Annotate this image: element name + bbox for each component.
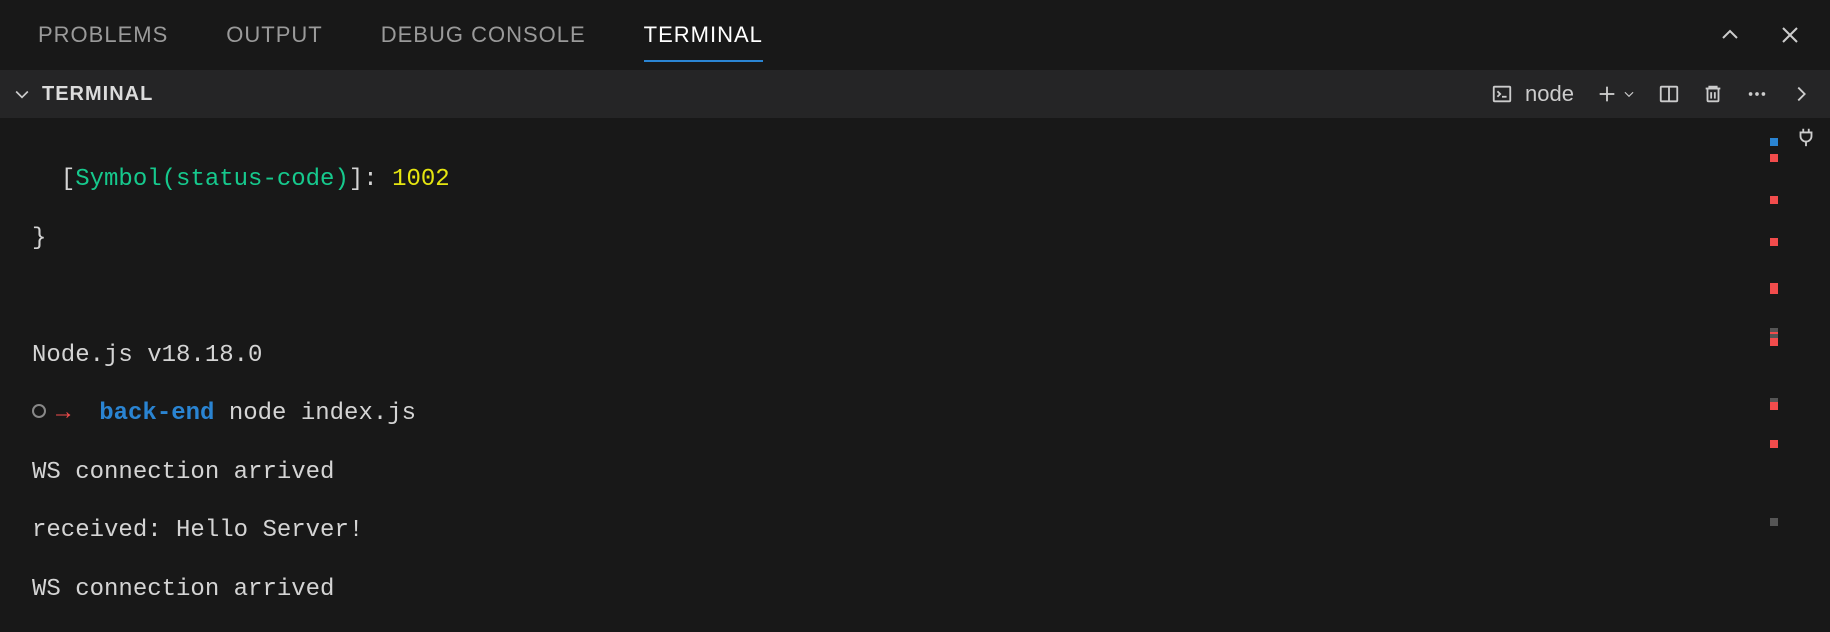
sym-bracket-close: ]: [349, 166, 392, 193]
split-panel-icon[interactable] [1658, 83, 1680, 105]
status-code: 1002 [392, 166, 450, 193]
scroll-marker [1770, 196, 1778, 204]
panel-tab-strip: PROBLEMS OUTPUT DEBUG CONSOLE TERMINAL [0, 0, 1830, 70]
terminal-icon [1491, 83, 1513, 105]
output-line: received: Hello Server! [32, 516, 1830, 545]
close-brace: } [32, 224, 1830, 253]
output-line: WS connection arrived [32, 575, 1830, 604]
chevron-right-icon[interactable] [1790, 83, 1812, 105]
scroll-marker [1770, 440, 1778, 448]
terminal-profile[interactable]: node [1491, 81, 1574, 107]
scroll-markers [1766, 118, 1778, 632]
terminal-output[interactable]: [Symbol(status-code)]: 1002 } Node.js v1… [0, 118, 1830, 632]
terminal-profile-label: node [1525, 81, 1574, 107]
scroll-marker [1770, 338, 1778, 346]
chevron-down-icon[interactable] [12, 84, 32, 104]
close-icon[interactable] [1778, 23, 1802, 47]
sym-bracket-open: [ [61, 166, 75, 193]
terminal-area: [Symbol(status-code)]: 1002 } Node.js v1… [0, 118, 1830, 632]
scroll-marker [1770, 138, 1778, 146]
terminal-header: TERMINAL node [0, 70, 1830, 118]
node-version: Node.js v18.18.0 [32, 341, 1830, 370]
tab-output[interactable]: OUTPUT [226, 0, 322, 70]
more-icon[interactable] [1746, 83, 1768, 105]
scroll-marker [1770, 238, 1778, 246]
prompt-cwd: back-end [99, 400, 214, 427]
terminal-title: TERMINAL [42, 83, 153, 106]
sym-name: Symbol(status-code) [75, 166, 349, 193]
right-sidebar [1782, 118, 1830, 632]
plus-icon[interactable] [1596, 83, 1618, 105]
tab-debug-console[interactable]: DEBUG CONSOLE [381, 0, 586, 70]
tab-problems[interactable]: PROBLEMS [38, 0, 168, 70]
scroll-marker [1770, 518, 1778, 526]
chevron-up-icon[interactable] [1718, 23, 1742, 47]
trash-icon[interactable] [1702, 83, 1724, 105]
output-line: WS connection arrived [32, 458, 1830, 487]
prompt-status-icon [32, 404, 46, 418]
scroll-marker [1770, 286, 1778, 294]
plug-icon[interactable] [1795, 126, 1817, 148]
prompt-arrow: → [56, 400, 70, 427]
scroll-marker [1770, 402, 1778, 410]
tab-terminal[interactable]: TERMINAL [644, 0, 763, 70]
chevron-down-small-icon[interactable] [1622, 87, 1636, 101]
prompt-command: node index.js [214, 400, 416, 427]
scroll-marker [1770, 154, 1778, 162]
